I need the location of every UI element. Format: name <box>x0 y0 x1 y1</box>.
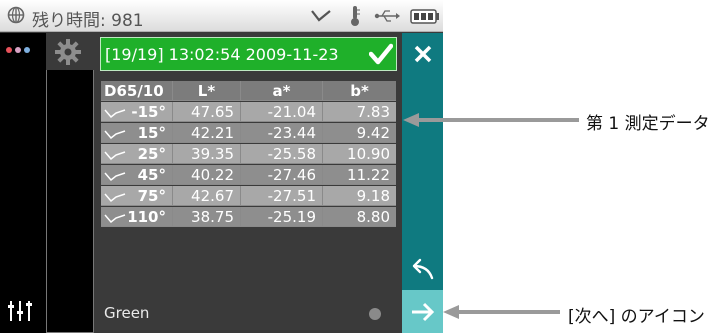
remaining-time: 残り時間: 981 <box>32 11 144 31</box>
measurement-table: D65/10 L* a* b* -15° 47.65 -21.04 7.83 1… <box>101 81 396 228</box>
angle-icon <box>104 214 126 223</box>
b-value: 9.42 <box>323 123 396 143</box>
b-value: 10.90 <box>323 144 396 164</box>
column-header: b* <box>323 81 396 101</box>
angle-cell: 45° <box>101 165 173 185</box>
checkmark-icon <box>369 43 393 65</box>
angle-cell: 15° <box>101 123 173 143</box>
l-value: 39.35 <box>173 144 241 164</box>
b-value: 7.83 <box>323 102 396 122</box>
thermometer-icon <box>351 6 360 26</box>
angle-cell: 75° <box>101 186 173 206</box>
table-row[interactable]: 15° 42.21 -23.44 9.42 <box>101 123 396 144</box>
next-arrow-icon <box>412 302 435 322</box>
l-value: 47.65 <box>173 102 241 122</box>
angle-cell: -15° <box>101 102 173 122</box>
l-value: 42.67 <box>173 186 241 206</box>
annotation-arrow-next <box>443 305 560 319</box>
sliders-icon[interactable] <box>6 299 36 321</box>
measurement-header: [19/19] 13:02:54 2009-11-23 <box>100 37 397 71</box>
color-dots-icon[interactable] <box>6 47 30 53</box>
b-value: 9.18 <box>323 186 396 206</box>
b-value: 8.80 <box>323 207 396 227</box>
battery-icon <box>410 9 439 24</box>
table-row[interactable]: 110° 38.75 -25.19 8.80 <box>101 207 396 228</box>
right-panel <box>402 33 443 333</box>
l-value: 40.22 <box>173 165 241 185</box>
sample-indicator-icon <box>369 308 381 320</box>
angle-icon <box>104 172 126 181</box>
angle-cell: 25° <box>101 144 173 164</box>
next-button[interactable] <box>402 290 443 333</box>
sample-name: Green <box>104 304 150 322</box>
a-value: -25.19 <box>241 207 323 227</box>
l-value: 38.75 <box>173 207 241 227</box>
table-row[interactable]: 25° 39.35 -25.58 10.90 <box>101 144 396 165</box>
close-icon <box>414 45 431 63</box>
globe-icon[interactable] <box>6 5 26 25</box>
angle-icon <box>104 151 126 160</box>
column-header: a* <box>241 81 323 101</box>
measurement-info: [19/19] 13:02:54 2009-11-23 <box>105 45 339 64</box>
annotation-arrow-measurement <box>403 113 579 127</box>
check-chevron-icon <box>311 10 331 22</box>
side-panel <box>46 70 94 333</box>
column-header: L* <box>173 81 241 101</box>
annotation-first-measurement: 第 1 測定データ <box>586 114 710 134</box>
close-button[interactable] <box>402 36 443 72</box>
annotation-next-icon: [次へ] のアイコン <box>568 307 705 327</box>
angle-icon <box>104 109 126 118</box>
table-row[interactable]: 45° 40.22 -27.46 11.22 <box>101 165 396 186</box>
a-value: -21.04 <box>241 102 323 122</box>
table-row[interactable]: 75° 42.67 -27.51 9.18 <box>101 186 396 207</box>
usb-icon <box>374 10 400 22</box>
table-row[interactable]: -15° 47.65 -21.04 7.83 <box>101 102 396 123</box>
a-value: -23.44 <box>241 123 323 143</box>
back-arrow-icon[interactable] <box>402 254 443 284</box>
angle-icon <box>104 193 126 202</box>
angle-cell: 110° <box>101 207 173 227</box>
angle-icon <box>104 130 126 139</box>
a-value: -27.51 <box>241 186 323 206</box>
device-screen: 残り時間: 981 [19/19] 13:02:54 2009-11-23 D6… <box>0 0 443 333</box>
column-header: D65/10 <box>101 81 173 101</box>
l-value: 42.21 <box>173 123 241 143</box>
a-value: -27.46 <box>241 165 323 185</box>
table-header: D65/10 L* a* b* <box>101 81 396 102</box>
status-bar: 残り時間: 981 <box>0 0 443 32</box>
gear-icon[interactable] <box>54 38 82 66</box>
a-value: -25.58 <box>241 144 323 164</box>
left-sidebar <box>0 33 46 333</box>
b-value: 11.22 <box>323 165 396 185</box>
